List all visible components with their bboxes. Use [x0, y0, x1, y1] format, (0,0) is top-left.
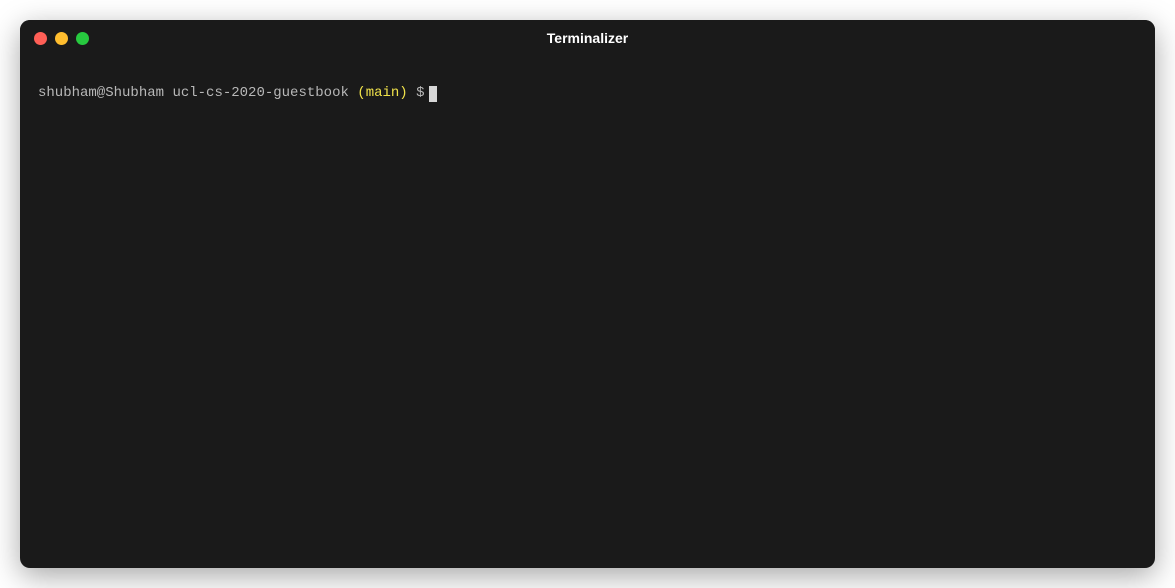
prompt-symbol: $: [416, 84, 424, 104]
window-title: Terminalizer: [547, 30, 628, 46]
close-button[interactable]: [34, 32, 47, 45]
prompt-branch-close: ): [399, 84, 407, 104]
titlebar: Terminalizer: [20, 20, 1155, 56]
prompt-branch-open: (: [357, 84, 365, 104]
prompt-branch: main: [366, 84, 400, 104]
terminal-body[interactable]: shubham@Shubham ucl-cs-2020-guestbook (m…: [20, 56, 1155, 568]
prompt-line: shubham@Shubham ucl-cs-2020-guestbook (m…: [38, 84, 1137, 104]
window-controls: [34, 32, 89, 45]
terminal-window: Terminalizer shubham@Shubham ucl-cs-2020…: [20, 20, 1155, 568]
maximize-button[interactable]: [76, 32, 89, 45]
minimize-button[interactable]: [55, 32, 68, 45]
prompt-user-host: shubham@Shubham: [38, 84, 164, 104]
cursor-icon: [429, 86, 437, 102]
prompt-path: ucl-cs-2020-guestbook: [172, 84, 348, 104]
